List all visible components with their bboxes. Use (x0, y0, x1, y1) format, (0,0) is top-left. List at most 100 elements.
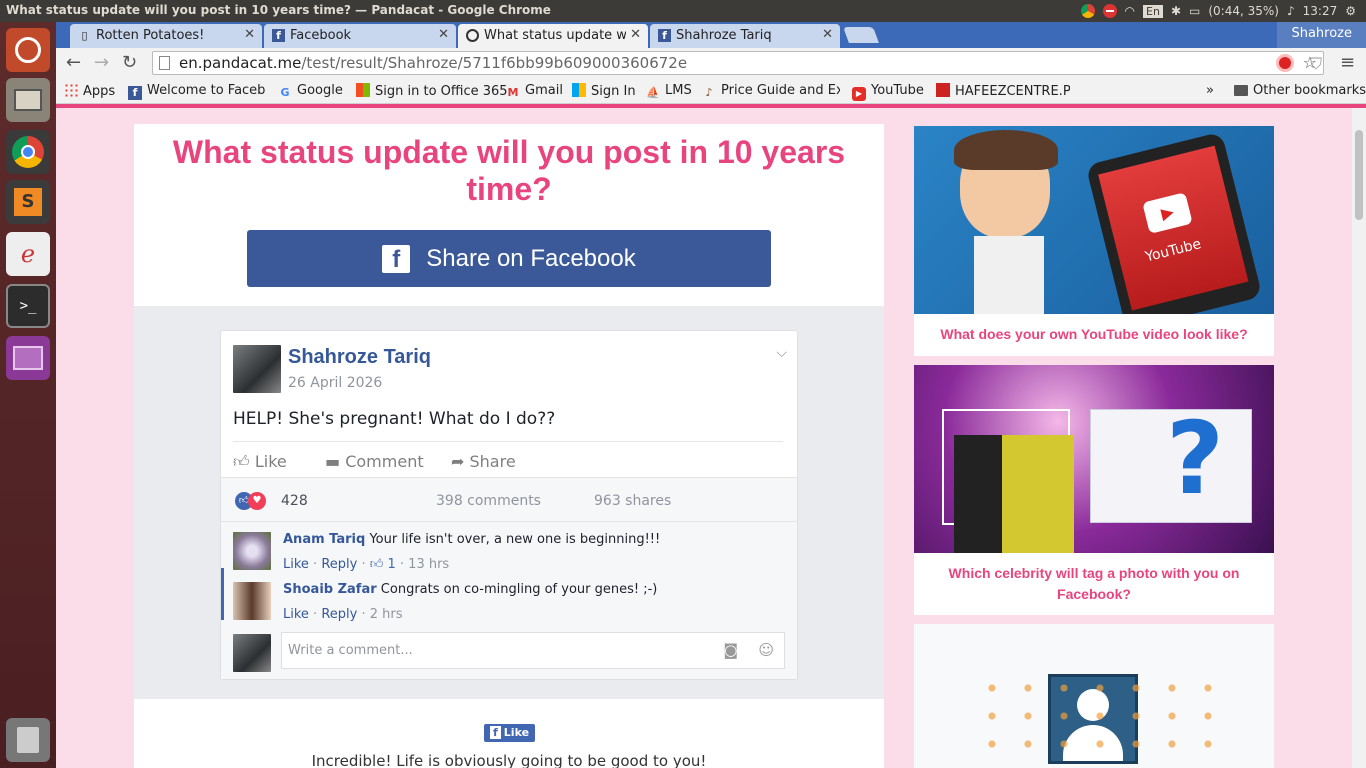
bookmarks-bar: Apps f Welcome to Facebo G Google Sign in … (56, 78, 1366, 104)
trash-icon[interactable] (6, 718, 50, 762)
comment-action[interactable]: ▬ Comment (325, 452, 424, 471)
unity-launcher: S ℯ >_ (0, 22, 56, 768)
emoji-icon[interactable]: ☺ (758, 641, 774, 659)
bookmark-hafeezcentre[interactable]: HAFEEZCENTRE.PK (936, 83, 1070, 99)
profile-button[interactable]: Shahroze (1277, 22, 1366, 48)
comment-reply-link[interactable]: Reply (321, 557, 357, 572)
page-scrollbar[interactable] (1352, 108, 1366, 768)
address-bar[interactable]: en.pandacat.me/test/result/Shahroze/5711… (152, 51, 1324, 75)
workspace-switcher-icon[interactable] (6, 336, 50, 380)
facebook-icon: f (490, 726, 501, 739)
url-path: /test/result/Shahroze/5711f6bb99b6090003… (301, 54, 688, 72)
bookmark-facebook[interactable]: f Welcome to Facebo (128, 83, 266, 100)
tab-facebook[interactable]: f Facebook ✕ (264, 24, 456, 48)
bookmark-other[interactable]: Other bookmarks (1234, 83, 1366, 98)
extension-red-icon[interactable] (1276, 54, 1294, 72)
reaction-count[interactable]: 428 (281, 493, 308, 509)
chrome-launcher-icon[interactable] (6, 130, 50, 174)
sidebar-card-celebrity[interactable]: ? Which celebrity will tag a photo with … (914, 365, 1274, 615)
tab-rotten-potatoes[interactable]: ▯ Rotten Potatoes! ✕ (70, 24, 262, 48)
camera-icon[interactable]: ◙ (723, 641, 738, 659)
bookmark-price-guide[interactable]: ♪ Price Guide and Exc (702, 83, 840, 100)
clock[interactable]: 13:27 (1303, 4, 1338, 18)
comment-time[interactable]: 13 hrs (408, 557, 449, 572)
celebrity-quiz-image[interactable]: ? (914, 365, 1274, 553)
scrollbar-thumb[interactable] (1355, 130, 1363, 220)
sidebar-caption[interactable]: Which celebrity will tag a photo with yo… (914, 553, 1274, 605)
thumbs-up-icon: 👍︎ (369, 557, 384, 572)
avatar (233, 634, 271, 672)
result-text: Incredible! Life is obviously going to b… (311, 752, 707, 768)
battery-status[interactable]: (0:44, 35%) (1208, 4, 1279, 18)
chrome-menu-icon[interactable]: ≡ (1340, 52, 1355, 73)
post-author[interactable]: Shahroze Tariq (288, 346, 431, 369)
comment-like-link[interactable]: Like (283, 607, 309, 622)
chrome-tray-icon[interactable] (1080, 4, 1095, 18)
keyboard-indicator[interactable]: En (1143, 4, 1163, 18)
url-domain: en.pandacat.me (179, 54, 302, 72)
close-icon[interactable]: ✕ (438, 27, 449, 42)
close-icon[interactable]: ✕ (822, 27, 833, 42)
reload-icon[interactable]: ↻ (122, 52, 137, 73)
bookmark-gmail[interactable]: M Gmail (506, 83, 563, 100)
comment-reply-link[interactable]: Reply (321, 607, 357, 622)
facebook-like-button[interactable]: f Like (484, 724, 536, 742)
forward-arrow-icon[interactable]: → (94, 52, 109, 73)
page-title: What status update will you post in 10 y… (172, 134, 846, 207)
comment-time[interactable]: 2 hrs (370, 607, 403, 622)
sidebar-card-youtube[interactable]: ▶ YouTube What does your own YouTube vid… (914, 126, 1274, 356)
pandacat-icon (466, 29, 479, 42)
share-arrow-icon: ➦ (451, 452, 465, 471)
comment-author[interactable]: Shoaib Zafar (283, 582, 377, 597)
sublime-text-icon[interactable]: S (6, 180, 50, 224)
document-viewer-icon[interactable]: ℯ (6, 232, 50, 276)
sidebar-caption[interactable]: What does your own YouTube video look li… (914, 314, 1274, 345)
tab-label: Rotten Potatoes! (96, 28, 205, 43)
bookmark-google[interactable]: G Google (278, 83, 342, 100)
share-on-facebook-button[interactable]: f Share on Facebook (247, 230, 771, 287)
back-arrow-icon[interactable]: ← (66, 52, 81, 73)
system-tray: ◠ En ✱ ▭ (0:44, 35%) ♪ 13:27 ⚙ (1080, 0, 1366, 22)
avatar (233, 582, 271, 620)
write-comment-placeholder: Write a comment... (288, 643, 413, 658)
bookmark-youtube[interactable]: ▶ YouTube (852, 83, 924, 101)
facebook-icon: f (382, 244, 411, 273)
bluetooth-icon[interactable]: ✱ (1171, 4, 1181, 18)
write-comment-input[interactable]: Write a comment... ◙ ☺ (281, 632, 785, 669)
page-info-icon[interactable] (159, 56, 170, 70)
extension-shield-icon[interactable]: ⛉ (1310, 54, 1322, 74)
close-icon[interactable]: ✕ (244, 27, 255, 42)
bookmark-apps[interactable]: Apps (64, 83, 115, 99)
chevron-down-icon[interactable]: ⌵ (776, 345, 787, 361)
bookmark-office365[interactable]: Sign in to Office 365 (356, 83, 508, 99)
files-icon[interactable] (6, 78, 50, 122)
new-tab-button[interactable] (843, 27, 879, 43)
bookmark-sign-in[interactable]: Sign In (572, 83, 636, 99)
wifi-icon[interactable]: ◠ (1125, 4, 1135, 18)
close-icon[interactable]: ✕ (626, 27, 641, 42)
comments-count[interactable]: 398 comments (436, 493, 541, 509)
comment-like-count[interactable]: 1 (387, 557, 395, 572)
volume-icon[interactable]: ♪ (1287, 4, 1295, 18)
no-entry-icon[interactable] (1102, 4, 1117, 18)
terminal-icon[interactable]: >_ (6, 284, 50, 328)
sidebar-card-network[interactable] (914, 624, 1274, 768)
ubuntu-dash-icon[interactable] (6, 28, 50, 72)
reactions[interactable]: 👍︎ ♥ (235, 492, 275, 510)
bookmark-lms[interactable]: ⛵ LMS (646, 83, 692, 100)
shares-count[interactable]: 963 shares (594, 493, 671, 509)
bookmarks-overflow-chevron[interactable]: » (1206, 83, 1214, 98)
window-title: What status update will you post in 10 y… (6, 3, 551, 17)
network-quiz-image[interactable] (914, 624, 1274, 768)
facebook-icon: f (272, 29, 285, 42)
like-action[interactable]: 👍︎ Like (233, 452, 287, 472)
tab-shahroze-tariq[interactable]: f Shahroze Tariq ✕ (650, 24, 840, 48)
comment-like-link[interactable]: Like (283, 557, 309, 572)
share-action[interactable]: ➦ Share (451, 452, 516, 471)
comment-author[interactable]: Anam Tariq (283, 532, 365, 547)
tab-pandacat[interactable]: What status update will ✕ (458, 24, 648, 48)
page-icon: ▯ (81, 29, 88, 42)
youtube-quiz-image[interactable]: ▶ YouTube (914, 126, 1274, 314)
battery-icon[interactable]: ▭ (1189, 4, 1200, 18)
power-gear-icon[interactable]: ⚙ (1345, 4, 1356, 18)
